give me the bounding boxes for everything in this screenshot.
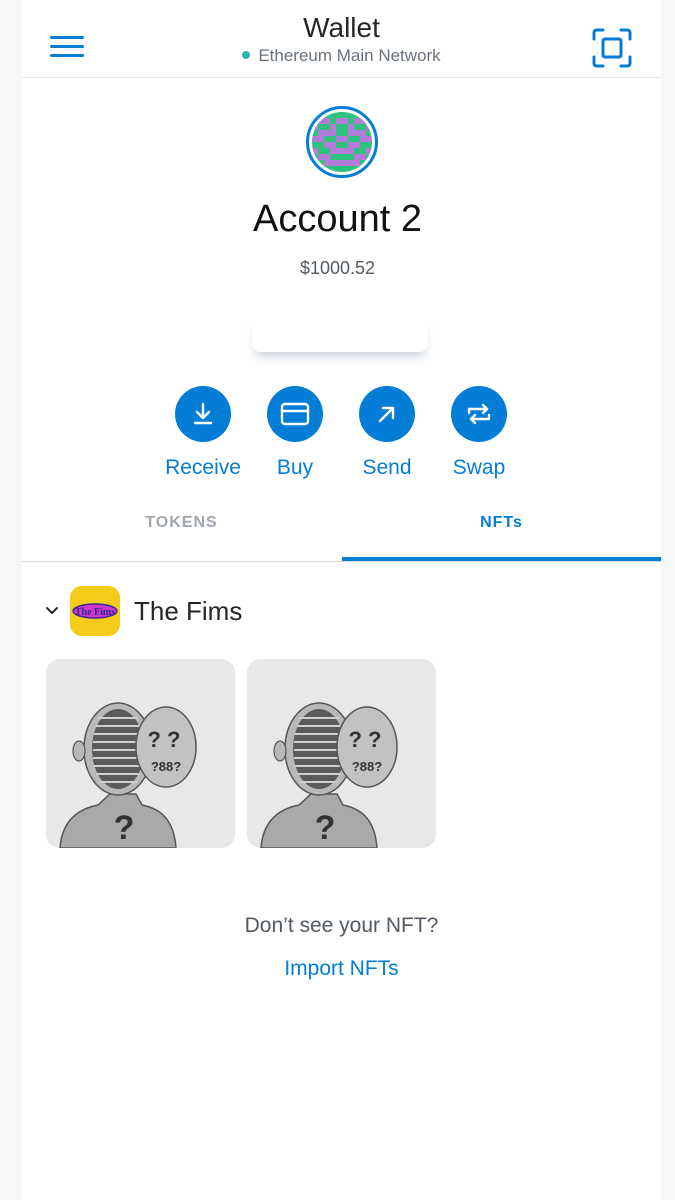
send-button[interactable]: Send xyxy=(342,386,432,480)
right-gutter xyxy=(661,0,675,1200)
nft-placeholder-image: ? ? ?88? ? xyxy=(46,659,235,848)
receive-label: Receive xyxy=(165,456,241,479)
buy-label: Buy xyxy=(276,456,314,479)
nft-collection-header[interactable]: The Fims The Fims xyxy=(40,586,440,636)
receive-button[interactable]: Receive xyxy=(158,386,248,480)
svg-text:?88?: ?88? xyxy=(151,759,181,774)
import-nfts-link[interactable]: Import NFTs xyxy=(0,957,675,981)
left-gutter xyxy=(0,0,22,1200)
active-tab-indicator xyxy=(342,557,661,561)
asset-tabs: TOKENS NFTs xyxy=(22,500,661,562)
swap-label: Swap xyxy=(452,456,506,479)
svg-text:? ?: ? ? xyxy=(349,727,382,752)
svg-text:?88?: ?88? xyxy=(352,759,382,774)
qr-scan-icon[interactable] xyxy=(592,28,632,68)
account-avatar[interactable] xyxy=(306,106,378,178)
account-address-pill[interactable] xyxy=(252,318,428,352)
chevron-down-icon xyxy=(46,607,58,614)
network-status-dot-icon xyxy=(242,50,251,59)
arrow-up-right-icon xyxy=(378,406,395,423)
svg-text:?: ? xyxy=(114,809,135,847)
nft-placeholder-image: ? ? ?88? ? xyxy=(247,659,436,848)
nft-card[interactable]: ? ? ?88? ? xyxy=(46,659,235,848)
account-name[interactable]: Account 2 xyxy=(0,198,675,241)
svg-text:? ?: ? ? xyxy=(148,727,181,752)
send-label: Send xyxy=(362,456,412,479)
page-title: Wallet xyxy=(303,12,380,43)
collection-logo: The Fims xyxy=(70,586,120,636)
card-icon xyxy=(280,402,310,426)
swap-arrows-icon xyxy=(467,403,491,425)
no-nft-prompt: Don’t see your NFT? xyxy=(244,914,439,937)
svg-text:?: ? xyxy=(315,809,336,847)
account-balance: $1000.52 xyxy=(299,258,376,278)
wallet-screen: Wallet Ethereum Main Network Account 2 $… xyxy=(0,0,675,1200)
swap-button[interactable]: Swap xyxy=(434,386,524,480)
wallet-actions: Receive Buy Send Swap xyxy=(158,386,518,486)
buy-button[interactable]: Buy xyxy=(250,386,340,480)
nft-grid: ? ? ?88? ? ? ? ?88? ? xyxy=(46,659,446,849)
tab-nfts[interactable]: NFTs xyxy=(342,500,661,562)
network-selector[interactable]: Ethereum Main Network xyxy=(22,46,661,66)
app-header: Wallet Ethereum Main Network xyxy=(22,0,661,78)
download-icon xyxy=(193,402,213,425)
nft-card[interactable]: ? ? ?88? ? xyxy=(247,659,436,848)
collection-logo-text: The Fims xyxy=(75,607,115,618)
identicon xyxy=(312,112,372,172)
collection-name: The Fims xyxy=(134,596,243,626)
network-name: Ethereum Main Network xyxy=(258,46,441,65)
tab-tokens[interactable]: TOKENS xyxy=(22,500,341,562)
